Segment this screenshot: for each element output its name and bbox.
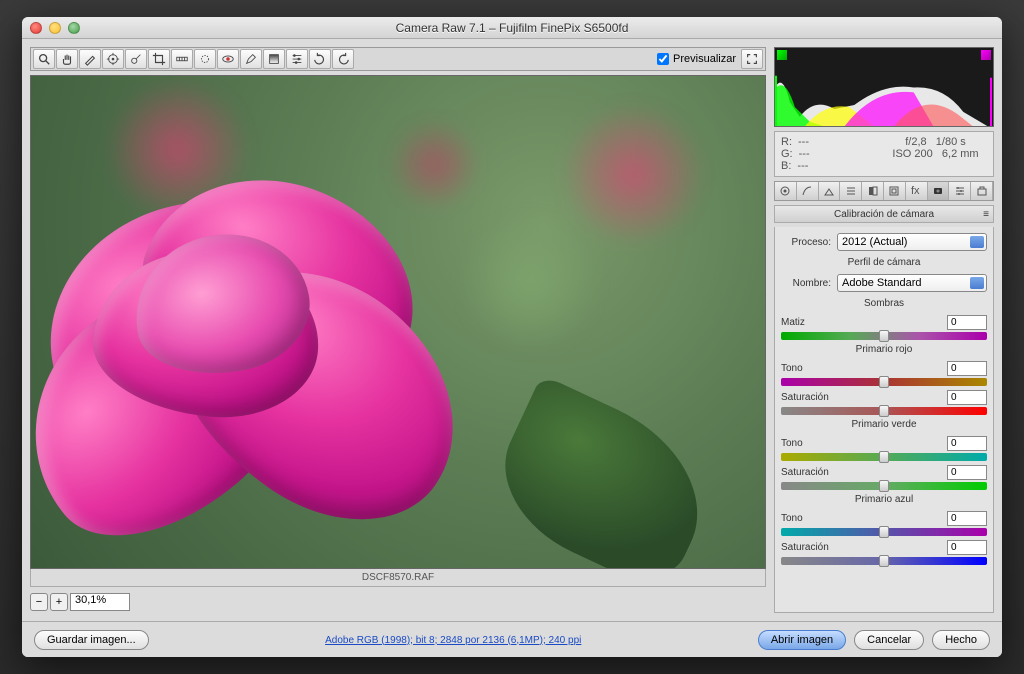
histogram[interactable]	[774, 47, 994, 127]
azul-tono-input[interactable]	[947, 511, 987, 526]
verde-sat-slider: Saturación	[781, 465, 987, 490]
azul-sat-input[interactable]	[947, 540, 987, 555]
tab-fx[interactable]: fx	[906, 182, 928, 200]
abrir-button[interactable]: Abrir imagen	[758, 630, 846, 650]
tab-basic[interactable]	[775, 182, 797, 200]
body: Previsualizar DSCF8570.RAF − + 30,1%	[22, 39, 1002, 621]
highlight-clip-icon[interactable]	[981, 50, 991, 60]
proceso-select[interactable]: 2012 (Actual)	[837, 233, 987, 251]
close-icon[interactable]	[30, 22, 42, 34]
camera-raw-window: Camera Raw 7.1 – Fujifilm FinePix S6500f…	[22, 17, 1002, 657]
window-title: Camera Raw 7.1 – Fujifilm FinePix S6500f…	[22, 21, 1002, 35]
matiz-track[interactable]	[781, 332, 987, 340]
zoom-tool-icon[interactable]	[33, 49, 55, 69]
zoom-select[interactable]: 30,1%	[70, 593, 130, 611]
zoom-out-button[interactable]: −	[30, 593, 48, 611]
spot-removal-tool-icon[interactable]	[194, 49, 216, 69]
color-sampler-tool-icon[interactable]	[102, 49, 124, 69]
white-balance-tool-icon[interactable]	[79, 49, 101, 69]
matiz-slider: Matiz	[781, 315, 987, 340]
calibration-panel: Proceso: 2012 (Actual) Perfil de cámara …	[774, 227, 994, 613]
verde-sat-input[interactable]	[947, 465, 987, 480]
rojo-tono-slider: Tono	[781, 361, 987, 386]
crop-tool-icon[interactable]	[148, 49, 170, 69]
red-eye-tool-icon[interactable]	[217, 49, 239, 69]
zoom-bar: − + 30,1%	[30, 591, 766, 613]
nombre-label: Nombre:	[781, 278, 831, 289]
rotate-right-icon[interactable]	[332, 49, 354, 69]
rojo-tono-input[interactable]	[947, 361, 987, 376]
perfil-header: Perfil de cámara	[781, 257, 987, 268]
tab-presets[interactable]	[949, 182, 971, 200]
zoom-in-button[interactable]: +	[50, 593, 68, 611]
azul-tono-slider: Tono	[781, 511, 987, 536]
minimize-icon[interactable]	[49, 22, 61, 34]
rotate-left-icon[interactable]	[309, 49, 331, 69]
tab-detail[interactable]	[819, 182, 841, 200]
tab-calibration[interactable]	[928, 182, 950, 200]
traffic-lights	[22, 22, 80, 34]
preview-checkbox-input[interactable]	[657, 53, 669, 65]
tab-hsl[interactable]	[840, 182, 862, 200]
info-panel: R:--- G:--- B:--- f/2,8 1/80 s ISO 200 6…	[774, 131, 994, 177]
verde-header: Primario verde	[781, 419, 987, 430]
sombras-header: Sombras	[781, 298, 987, 309]
verde-sat-track[interactable]	[781, 482, 987, 490]
titlebar: Camera Raw 7.1 – Fujifilm FinePix S6500f…	[22, 17, 1002, 39]
azul-sat-track[interactable]	[781, 557, 987, 565]
guardar-button[interactable]: Guardar imagen...	[34, 630, 149, 650]
tab-curve[interactable]	[797, 182, 819, 200]
rojo-sat-track[interactable]	[781, 407, 987, 415]
azul-header: Primario azul	[781, 494, 987, 505]
verde-tono-track[interactable]	[781, 453, 987, 461]
toolbar: Previsualizar	[30, 47, 766, 71]
graduated-filter-tool-icon[interactable]	[263, 49, 285, 69]
hecho-button[interactable]: Hecho	[932, 630, 990, 650]
adjustment-brush-tool-icon[interactable]	[240, 49, 262, 69]
targeted-adjustment-tool-icon[interactable]	[125, 49, 147, 69]
proceso-label: Proceso:	[781, 237, 831, 248]
filename-label: DSCF8570.RAF	[30, 569, 766, 587]
svg-text:fx: fx	[911, 185, 920, 197]
workflow-link[interactable]: Adobe RGB (1998); bit 8; 2848 por 2136 (…	[325, 635, 581, 646]
verde-tono-slider: Tono	[781, 436, 987, 461]
preview-checkbox[interactable]: Previsualizar	[657, 53, 736, 65]
azul-tono-track[interactable]	[781, 528, 987, 536]
cancelar-button[interactable]: Cancelar	[854, 630, 924, 650]
tab-snapshots[interactable]	[971, 182, 993, 200]
rojo-sat-slider: Saturación	[781, 390, 987, 415]
verde-tono-input[interactable]	[947, 436, 987, 451]
rojo-sat-input[interactable]	[947, 390, 987, 405]
tab-split[interactable]	[862, 182, 884, 200]
hand-tool-icon[interactable]	[56, 49, 78, 69]
rojo-tono-track[interactable]	[781, 378, 987, 386]
matiz-input[interactable]	[947, 315, 987, 330]
panel-title: Calibración de cámara	[774, 205, 994, 223]
panel-tabs: fx	[774, 181, 994, 201]
straighten-tool-icon[interactable]	[171, 49, 193, 69]
rojo-header: Primario rojo	[781, 344, 987, 355]
shadow-clip-icon[interactable]	[777, 50, 787, 60]
tab-lens[interactable]	[884, 182, 906, 200]
preferences-icon[interactable]	[286, 49, 308, 69]
preview-label: Previsualizar	[673, 53, 736, 65]
azul-sat-slider: Saturación	[781, 540, 987, 565]
fullscreen-icon[interactable]	[741, 49, 763, 69]
footer: Guardar imagen... Adobe RGB (1998); bit …	[22, 621, 1002, 657]
zoom-icon[interactable]	[68, 22, 80, 34]
right-pane: R:--- G:--- B:--- f/2,8 1/80 s ISO 200 6…	[774, 47, 994, 613]
image-preview[interactable]	[30, 75, 766, 569]
nombre-select[interactable]: Adobe Standard	[837, 274, 987, 292]
left-pane: Previsualizar DSCF8570.RAF − + 30,1%	[30, 47, 766, 613]
